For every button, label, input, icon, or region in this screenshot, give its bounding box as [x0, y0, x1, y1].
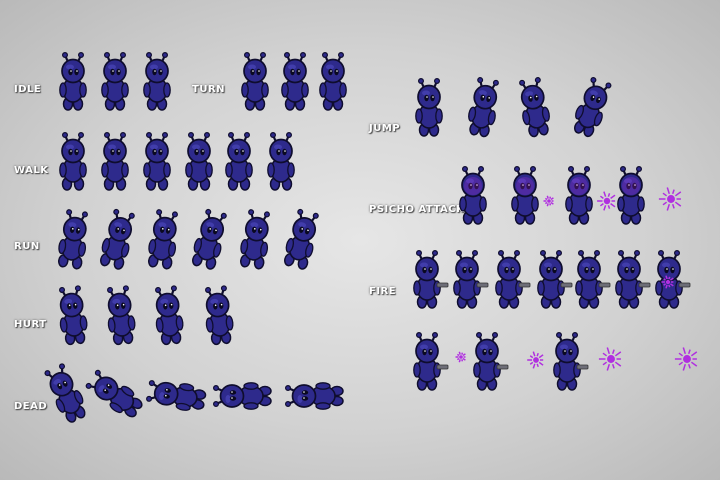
alien-fire-frame — [450, 248, 489, 310]
projectile-burst-icon — [661, 275, 674, 289]
alien-run-frame — [146, 208, 180, 270]
alien-jump-frame — [466, 76, 500, 138]
alien-jump-frame — [412, 76, 446, 138]
label-run: RUN — [14, 241, 40, 252]
label-walk: WALK — [14, 165, 49, 176]
alien-run-frame — [100, 208, 135, 270]
alien-fire-frame — [534, 248, 573, 310]
alien-walk-frame — [98, 130, 132, 192]
alien-fire-projectile-frame — [550, 330, 589, 392]
label-hurt: HURT — [14, 319, 47, 330]
alien-run-frame — [284, 208, 319, 270]
alien-walk-frame — [56, 130, 90, 192]
alien-fire-projectile-frame — [470, 330, 509, 392]
alien-run-frame — [56, 208, 90, 270]
alien-hurt-frame — [202, 284, 236, 346]
projectile-burst-icon — [455, 351, 466, 363]
alien-dead-frame — [85, 362, 143, 424]
alien-hurt-frame — [56, 284, 90, 346]
alien-idle-frame — [140, 50, 174, 112]
alien-fire-frame — [612, 248, 651, 310]
alien-hurt-frame — [104, 284, 138, 346]
sprite-sheet: IDLE TURN WALK RUN HURT DEAD JUMP PSICHO… — [0, 0, 720, 480]
psychic-blast-icon — [597, 191, 616, 211]
label-idle: IDLE — [14, 84, 42, 95]
alien-walk-frame — [140, 130, 174, 192]
label-turn: TURN — [192, 84, 226, 95]
alien-psycho-attack-frame — [614, 164, 648, 226]
alien-fire-frame — [572, 248, 611, 310]
alien-walk-frame — [222, 130, 256, 192]
alien-turn-frame — [278, 50, 312, 112]
alien-psycho-attack-frame — [456, 164, 490, 226]
alien-dead-frame — [44, 362, 86, 424]
projectile-burst-icon — [598, 347, 622, 371]
alien-hurt-frame — [152, 284, 186, 346]
projectile-burst-icon — [527, 351, 544, 369]
alien-walk-frame — [264, 130, 298, 192]
alien-walk-frame — [182, 130, 216, 192]
alien-psycho-attack-frame — [562, 164, 596, 226]
psychic-blast-icon — [543, 195, 554, 207]
label-jump: JUMP — [369, 123, 401, 134]
label-psycho-attack: PSICHO ATTACK — [369, 204, 465, 215]
alien-fire-projectile-frame — [410, 330, 449, 392]
psychic-blast-icon — [658, 187, 682, 211]
projectile-burst-icon — [674, 347, 698, 371]
alien-dead-frame — [146, 362, 207, 424]
alien-fire-frame — [492, 248, 531, 310]
alien-run-frame — [192, 208, 227, 270]
alien-psycho-attack-frame — [508, 164, 542, 226]
alien-turn-frame — [238, 50, 272, 112]
label-dead: DEAD — [14, 401, 48, 412]
alien-jump-frame — [574, 76, 612, 138]
alien-dead-frame — [284, 362, 344, 424]
alien-turn-frame — [316, 50, 350, 112]
alien-dead-frame — [212, 362, 272, 424]
alien-run-frame — [238, 208, 272, 270]
alien-jump-frame — [518, 76, 552, 138]
label-fire: FIRE — [369, 286, 397, 297]
alien-idle-frame — [98, 50, 132, 112]
alien-idle-frame — [56, 50, 90, 112]
alien-fire-frame — [410, 248, 449, 310]
